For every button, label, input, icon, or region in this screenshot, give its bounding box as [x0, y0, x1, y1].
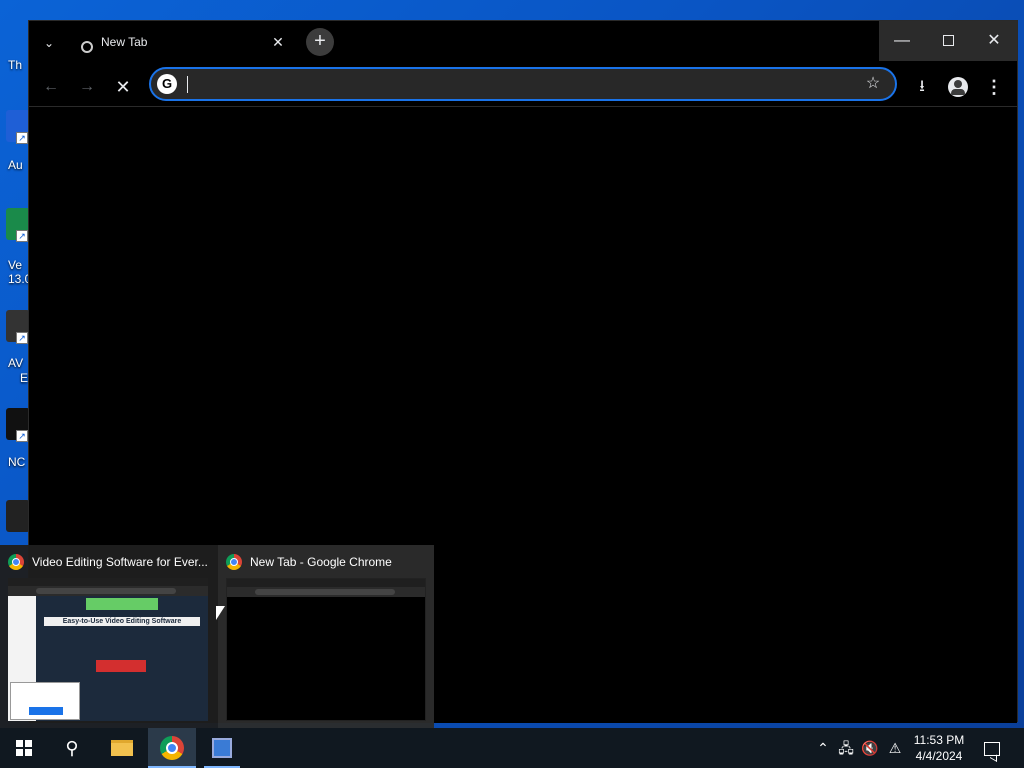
text-cursor	[187, 76, 188, 93]
download-icon: ⭳	[919, 78, 925, 95]
app-icon	[212, 737, 232, 758]
chrome-favicon-icon	[81, 41, 93, 53]
arrow-right-icon: →	[79, 78, 95, 95]
thumbnail-heading: Easy-to-Use Video Editing Software	[44, 617, 200, 626]
search-icon: ⚲	[65, 738, 79, 758]
security-button[interactable]: ⚠	[884, 728, 906, 768]
tab-search-button[interactable]: ⌄	[39, 33, 59, 53]
desktop-icon-label: Au	[8, 158, 23, 172]
stop-loading-button[interactable]: ✕	[109, 73, 137, 101]
arrow-left-icon: ←	[43, 78, 59, 95]
maximize-button[interactable]	[925, 21, 971, 61]
clock-time: 11:53 PM	[913, 733, 965, 747]
address-input[interactable]	[185, 73, 845, 95]
kebab-menu-icon: ⋮	[985, 77, 1003, 97]
minimize-icon: —	[894, 32, 910, 49]
tab-new-tab[interactable]: New Tab ✕	[69, 29, 297, 65]
title-bar: ⌄ New Tab ✕ + — ✕	[29, 21, 1017, 65]
mouse-cursor	[216, 606, 225, 620]
maximize-icon	[942, 35, 954, 47]
desktop-icon-label: NC	[8, 455, 26, 469]
profile-button[interactable]	[946, 75, 970, 99]
taskbar: ⚲ ⌃ 🖧 🔇 ⚠ 11:53 PM 4/4/2024	[0, 728, 1024, 768]
show-hidden-icons-button[interactable]: ⌃	[814, 728, 832, 768]
volume-button[interactable]: 🔇	[860, 728, 880, 768]
chrome-menu-button[interactable]: ⋮	[982, 75, 1006, 99]
network-button[interactable]: 🖧	[836, 728, 856, 768]
shield-warning-icon: ⚠	[888, 740, 902, 756]
chrome-icon	[8, 554, 24, 570]
close-window-button[interactable]: ✕	[971, 21, 1017, 61]
desktop-icon-label: AV	[8, 356, 24, 370]
browser-toolbar: ← → ✕ G ☆ ⭳ ⋮	[29, 65, 1017, 107]
chevron-up-icon: ⌃	[817, 740, 829, 756]
app-taskbar-button[interactable]	[198, 728, 246, 768]
minimize-button[interactable]: —	[879, 21, 925, 61]
star-icon: ☆	[865, 75, 881, 92]
tab-title: New Tab	[101, 35, 148, 49]
clock[interactable]: 11:53 PM 4/4/2024	[906, 732, 972, 764]
start-button[interactable]	[0, 728, 48, 768]
action-center-button[interactable]	[978, 728, 1006, 768]
close-icon: ✕	[272, 34, 284, 50]
volume-muted-icon: 🔇	[861, 740, 879, 756]
back-button[interactable]: ←	[37, 73, 65, 101]
file-explorer-button[interactable]	[98, 728, 146, 768]
tab-close-button[interactable]: ✕	[269, 33, 287, 51]
window-preview[interactable]: Video Editing Software for Ever... Easy-…	[0, 545, 216, 728]
chrome-icon	[160, 735, 184, 760]
window-preview-title: New Tab - Google Chrome	[250, 555, 392, 569]
network-icon: 🖧	[838, 740, 854, 756]
bookmark-star-button[interactable]: ☆	[863, 74, 883, 94]
notification-icon	[984, 742, 1000, 757]
new-tab-button[interactable]: +	[306, 28, 334, 56]
window-preview[interactable]: New Tab - Google Chrome	[218, 545, 434, 728]
close-icon: ✕	[987, 32, 1001, 49]
folder-icon	[111, 739, 133, 756]
search-button[interactable]: ⚲	[48, 728, 96, 768]
chrome-icon	[226, 554, 242, 570]
desktop-icon-label: E	[20, 371, 29, 385]
profile-icon	[948, 76, 968, 97]
taskbar-thumbnail-panel: Video Editing Software for Ever... Easy-…	[0, 545, 434, 728]
downloads-button[interactable]: ⭳	[910, 75, 934, 99]
chrome-taskbar-button[interactable]	[148, 728, 196, 768]
desktop-icon-label: Ve	[8, 258, 23, 272]
forward-button[interactable]: →	[73, 73, 101, 101]
address-bar[interactable]: G ☆	[149, 67, 897, 101]
desktop-icon-label: Th	[8, 58, 23, 72]
window-preview-thumbnail: Easy-to-Use Video Editing Software	[8, 578, 208, 721]
close-icon: ✕	[115, 77, 131, 97]
windows-logo-icon	[16, 739, 32, 756]
window-preview-title: Video Editing Software for Ever...	[32, 555, 208, 569]
google-icon: G	[157, 74, 177, 94]
window-preview-thumbnail	[226, 578, 426, 721]
chevron-down-icon: ⌄	[43, 36, 55, 50]
plus-icon: +	[314, 30, 326, 52]
clock-date: 4/4/2024	[915, 749, 963, 763]
